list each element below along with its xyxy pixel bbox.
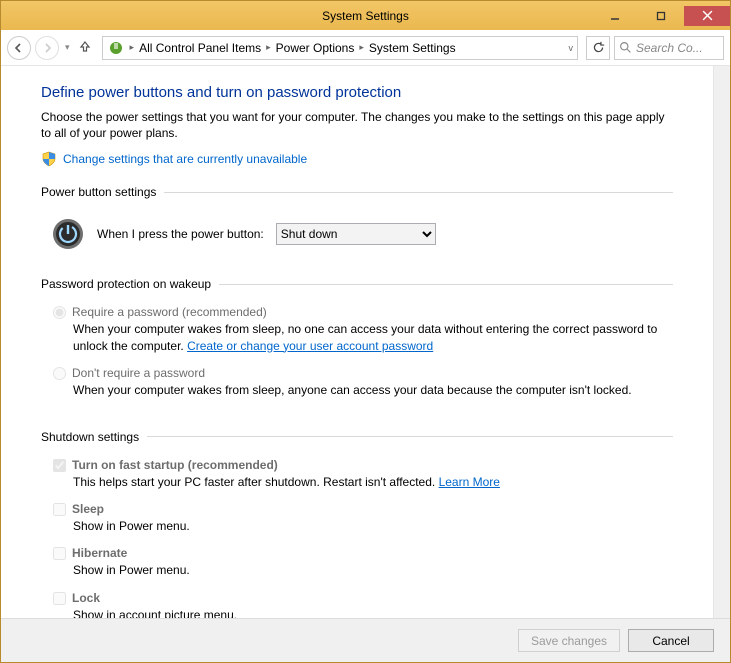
hibernate-option: Hibernate Show in Power menu. [41,544,673,588]
lock-option: Lock Show in account picture menu. [41,589,673,619]
navbar: ▾ ▸ All Control Panel Items ▸ Power Opti… [1,30,730,66]
refresh-button[interactable] [586,36,610,60]
dont-require-password-desc: When your computer wakes from sleep, any… [53,380,673,398]
forward-button[interactable] [35,36,59,60]
scrollbar[interactable] [713,66,730,618]
power-button-label: When I press the power button: [97,227,264,241]
lock-label: Lock [72,591,100,605]
search-icon [619,41,632,54]
create-change-password-link[interactable]: Create or change your user account passw… [187,339,433,353]
minimize-button[interactable] [592,6,638,26]
shutdown-settings-header: Shutdown settings [41,430,673,444]
require-password-label: Require a password (recommended) [72,305,267,319]
change-settings-row: Change settings that are currently unava… [41,151,673,167]
require-password-radio[interactable] [53,306,66,319]
titlebar: System Settings [1,1,730,30]
hibernate-desc: Show in Power menu. [53,560,673,578]
dont-require-password-option: Don't require a password When your compu… [41,364,673,408]
password-protection-header: Password protection on wakeup [41,277,673,291]
dont-require-password-label: Don't require a password [72,366,205,380]
breadcrumb-history-dropdown[interactable]: v [569,43,574,53]
chevron-right-icon: ▸ [127,42,138,53]
power-button-action-select[interactable]: Shut down [276,223,436,245]
window-frame: System Settings ▾ [0,0,731,663]
breadcrumb-item[interactable]: System Settings [369,41,456,55]
power-icon [51,217,85,251]
power-button-settings-header: Power button settings [41,185,673,199]
back-button[interactable] [7,36,31,60]
chevron-right-icon: ▸ [263,42,274,53]
up-button[interactable] [76,39,94,56]
sleep-checkbox[interactable] [53,503,66,516]
breadcrumb-item[interactable]: Power Options [276,41,355,55]
save-changes-button[interactable]: Save changes [518,629,620,652]
dont-require-password-radio[interactable] [53,367,66,380]
window-controls [592,6,730,26]
breadcrumb-item[interactable]: All Control Panel Items [139,41,261,55]
shield-icon [41,151,57,167]
fast-startup-label: Turn on fast startup (recommended) [72,458,278,472]
maximize-button[interactable] [638,6,684,26]
sleep-label: Sleep [72,502,104,516]
power-button-row: When I press the power button: Shut down [41,211,673,269]
page-description: Choose the power settings that you want … [41,109,673,141]
window-title: System Settings [322,9,409,23]
button-bar: Save changes Cancel [1,618,730,662]
learn-more-link[interactable]: Learn More [439,475,500,489]
hibernate-checkbox[interactable] [53,547,66,560]
lock-desc: Show in account picture menu. [53,605,673,619]
fast-startup-desc: This helps start your PC faster after sh… [53,472,673,490]
lock-checkbox[interactable] [53,592,66,605]
chevron-right-icon: ▸ [356,42,367,53]
cancel-button[interactable]: Cancel [628,629,714,652]
fast-startup-option: Turn on fast startup (recommended) This … [41,456,673,500]
fast-startup-checkbox[interactable] [53,459,66,472]
page-title: Define power buttons and turn on passwor… [41,84,673,101]
require-password-desc: When your computer wakes from sleep, no … [53,319,673,353]
breadcrumb[interactable]: ▸ All Control Panel Items ▸ Power Option… [102,36,578,60]
change-settings-link[interactable]: Change settings that are currently unava… [63,152,307,166]
sleep-option: Sleep Show in Power menu. [41,500,673,544]
content-scroll[interactable]: Define power buttons and turn on passwor… [1,66,713,618]
search-placeholder: Search Co... [636,41,703,55]
hibernate-label: Hibernate [72,546,127,560]
require-password-option: Require a password (recommended) When yo… [41,303,673,363]
recent-locations-dropdown[interactable]: ▾ [63,42,72,53]
content-area: Define power buttons and turn on passwor… [1,66,730,618]
search-input[interactable]: Search Co... [614,36,724,60]
close-button[interactable] [684,6,730,26]
sleep-desc: Show in Power menu. [53,516,673,534]
control-panel-icon [107,39,125,57]
